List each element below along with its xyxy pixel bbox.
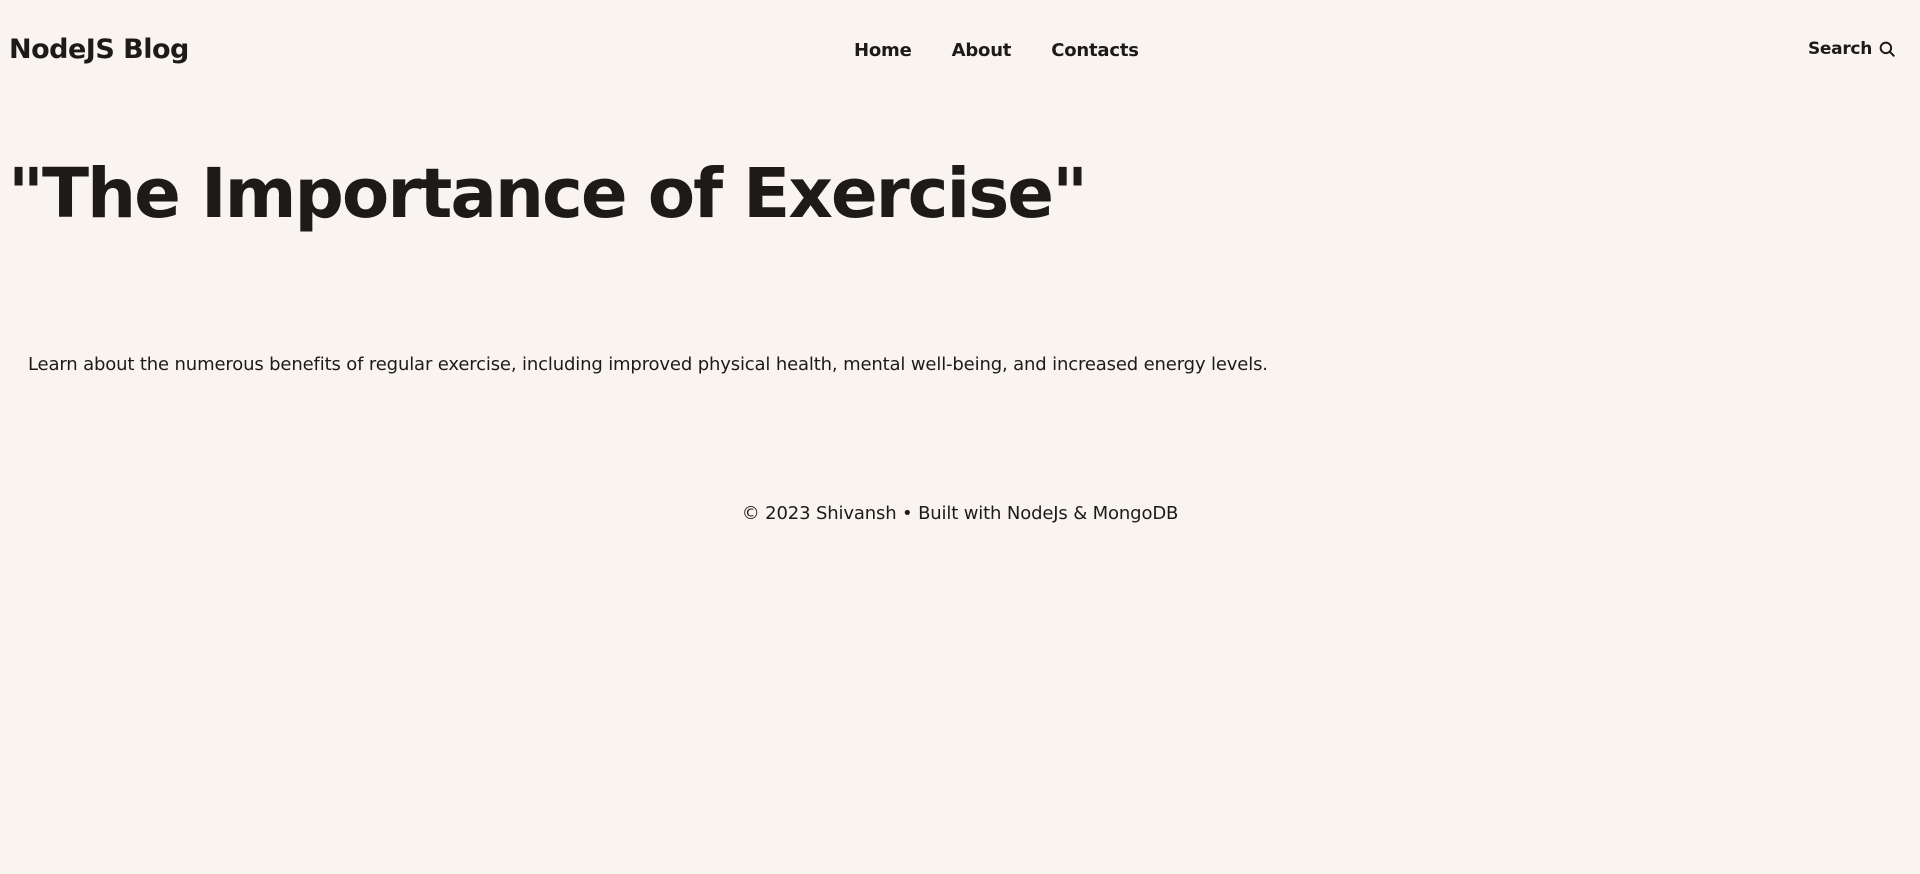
nav-link-home[interactable]: Home: [854, 40, 912, 61]
search-label: Search: [1807, 39, 1872, 59]
page: NodeJS Blog Home About Contacts Search "…: [0, 0, 1920, 874]
site-header: NodeJS Blog Home About Contacts Search: [0, 0, 1920, 102]
search-button[interactable]: Search: [1808, 39, 1896, 59]
nav-item-contacts: Contacts: [1051, 40, 1139, 61]
nav-item-home: Home: [854, 40, 912, 61]
site-footer: © 2023 Shivansh • Built with NodeJs & Mo…: [0, 503, 1920, 524]
site-logo[interactable]: NodeJS Blog: [9, 34, 189, 65]
article-title: "The Importance of Exercise": [8, 154, 1088, 234]
article-body: Learn about the numerous benefits of reg…: [28, 354, 1268, 375]
nav-link-about[interactable]: About: [952, 40, 1012, 61]
nav-item-about: About: [952, 40, 1012, 61]
search-icon: [1878, 40, 1896, 58]
nav-link-contacts[interactable]: Contacts: [1051, 40, 1139, 61]
footer-text: © 2023 Shivansh • Built with NodeJs & Mo…: [741, 503, 1179, 524]
nav-list: Home About Contacts: [854, 40, 1139, 61]
